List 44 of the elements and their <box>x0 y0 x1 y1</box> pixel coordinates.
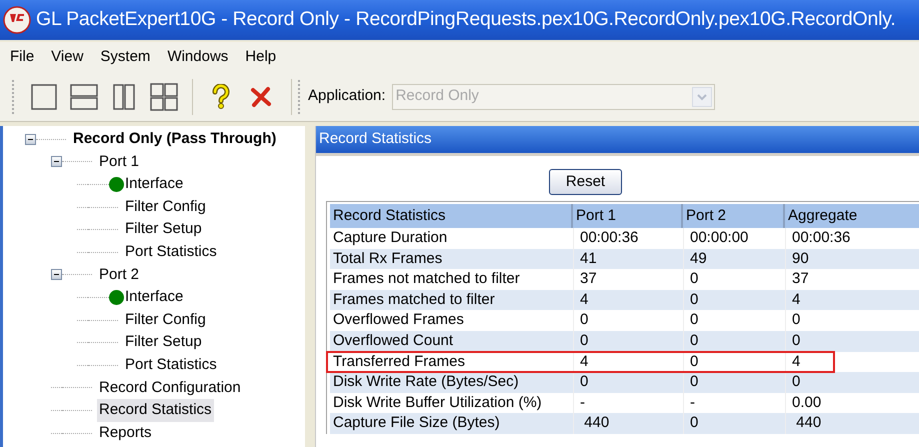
table-cell-text: Transferred Frames <box>332 352 466 372</box>
tree-item[interactable]: Filter Config <box>123 308 208 332</box>
tree-item[interactable]: Interface <box>123 286 186 309</box>
menu-item[interactable]: File <box>10 46 34 68</box>
tree-item[interactable]: Filter Config <box>123 196 208 218</box>
table-cell: 440 <box>785 413 919 434</box>
tree-item[interactable]: Port Statistics <box>123 354 219 376</box>
tree-item[interactable]: Port 1 <box>97 150 142 174</box>
chevron-down-icon <box>692 86 712 106</box>
table-cell-text: Overflowed Frames <box>332 310 465 330</box>
table-cell-text: Disk Write Rate (Bytes/Sec) <box>332 372 520 392</box>
menu-item[interactable]: System <box>100 46 150 68</box>
tree-item[interactable]: Filter Setup <box>123 331 204 354</box>
collapse-toggle-icon[interactable] <box>25 134 36 145</box>
tree-item[interactable]: Port Statistics <box>123 241 219 264</box>
grid-layout-icon[interactable] <box>148 80 180 112</box>
app-logo-icon <box>3 6 31 34</box>
table-cell: 0 <box>683 413 785 434</box>
tree-item[interactable]: Record Configuration <box>97 376 243 400</box>
table-cell-text: Frames matched to filter <box>332 290 496 310</box>
application-label: Application: <box>308 86 386 106</box>
table-cell: 0 <box>683 352 785 372</box>
table-cell: 4 <box>573 352 683 372</box>
table-cell-text: Total Rx Frames <box>332 248 444 269</box>
collapse-toggle-icon[interactable] <box>51 269 62 280</box>
table-cell-text: Overflowed Count <box>332 331 454 352</box>
tree-item[interactable]: Filter Setup <box>123 218 204 241</box>
tree-item[interactable]: Interface <box>123 173 186 196</box>
tree-item[interactable]: Reports <box>97 422 154 444</box>
table-cell-text: Disk Write Buffer Utilization (%) <box>332 392 543 413</box>
tree-item[interactable]: Record Statistics <box>97 399 214 422</box>
table-cell-text: Capture Duration <box>332 228 448 248</box>
window-title: GL PacketExpert10G - Record Only - RecordPingRequests.pex10G.RecordOnly.pex10G.RecordOnly. <box>36 7 896 32</box>
table-cell-text: Frames not matched to filter <box>332 269 521 290</box>
collapse-toggle-icon[interactable] <box>51 156 62 168</box>
reset-button[interactable]: Reset <box>548 169 622 195</box>
tree-item[interactable]: Record Only (Pass Through) <box>71 128 278 151</box>
menu-item[interactable]: View <box>51 46 84 68</box>
tree-item[interactable]: Port 2 <box>97 264 142 286</box>
table-cell-text: Capture File Size (Bytes) <box>332 413 501 434</box>
menu-item[interactable]: Help <box>245 46 276 68</box>
menu-item[interactable]: Windows <box>167 46 228 68</box>
table-cell: 440 <box>573 413 683 434</box>
panel-header: Record Statistics <box>316 126 919 156</box>
